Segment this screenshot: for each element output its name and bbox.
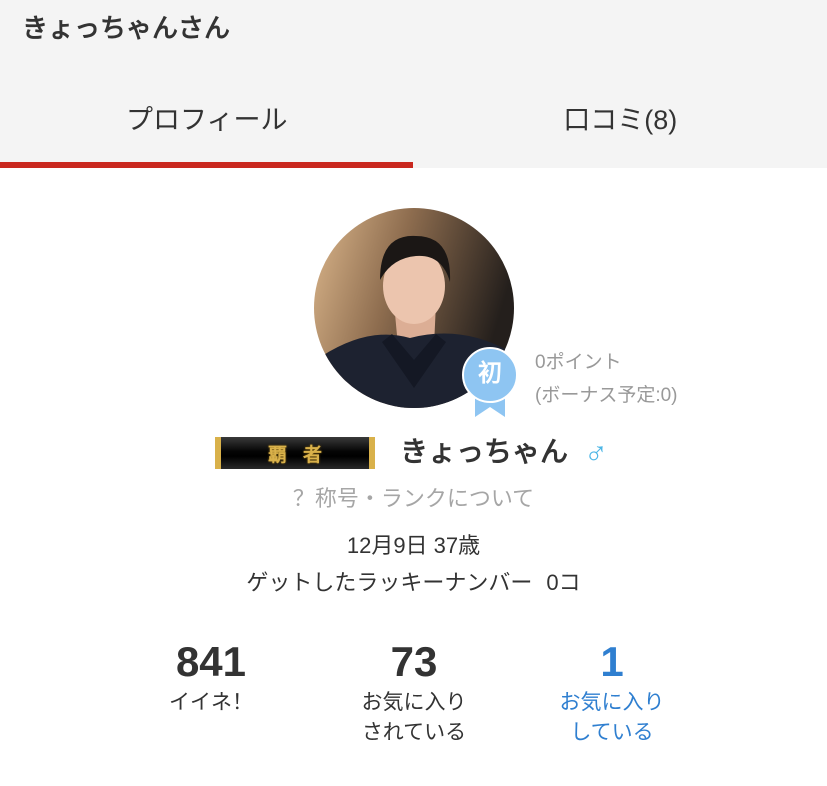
stat-likes-value: 841: [175, 638, 247, 685]
page-title: きょっちゃんさん: [22, 13, 231, 43]
tab-profile[interactable]: プロフィール: [0, 84, 414, 150]
stat-favorited-by-label-line1: お気に入り: [361, 691, 467, 714]
points-info: 0ポイント (ボーナス予定:0): [535, 346, 678, 412]
stat-likes-label: イイネ！: [169, 691, 253, 714]
stat-favorites-value[interactable]: 1: [512, 636, 712, 688]
bonus-pending: (ボーナス予定:0): [535, 385, 678, 406]
user-name: きょっちゃん: [400, 436, 569, 467]
lucky-number-value: 0コ: [546, 570, 581, 595]
tab-reviews[interactable]: 口コミ(8): [414, 84, 827, 150]
active-tab-indicator: [0, 162, 413, 168]
rank-title-text: 覇者: [267, 443, 338, 466]
stat-likes: 841 イイネ！: [111, 636, 311, 718]
stat-favorites-label-line1[interactable]: お気に入り: [512, 688, 712, 718]
lucky-number: ゲットしたラッキーナンバー 0コ: [0, 568, 827, 598]
rank-title-plate: 覇者: [215, 437, 375, 469]
tab-bar: プロフィール 口コミ(8): [0, 84, 827, 150]
stat-favorites-label-line2[interactable]: している: [512, 718, 712, 748]
stat-favorited-by: 73 お気に入り されている: [314, 636, 514, 748]
lucky-number-label: ゲットしたラッキーナンバー: [246, 570, 533, 595]
beginner-badge: 初: [460, 345, 520, 419]
beginner-badge-label: 初: [478, 360, 502, 387]
stat-favorites-link[interactable]: 1 お気に入り している: [512, 636, 712, 748]
birthday-age: 12月9日 37歳: [346, 533, 481, 558]
stat-favorited-by-label-line2: されている: [361, 721, 467, 744]
stat-favorited-by-value: 73: [390, 638, 438, 685]
points-value: 0ポイント: [535, 352, 622, 373]
rank-help-link[interactable]: ？称号・ランクについて: [0, 484, 827, 514]
profile-page: きょっちゃんさん プロフィール 口コミ(8) 初 0ポイント (ボーナス予定:0…: [0, 0, 827, 786]
male-icon: ♂: [584, 434, 608, 470]
header: きょっちゃんさん プロフィール 口コミ(8): [0, 0, 827, 168]
